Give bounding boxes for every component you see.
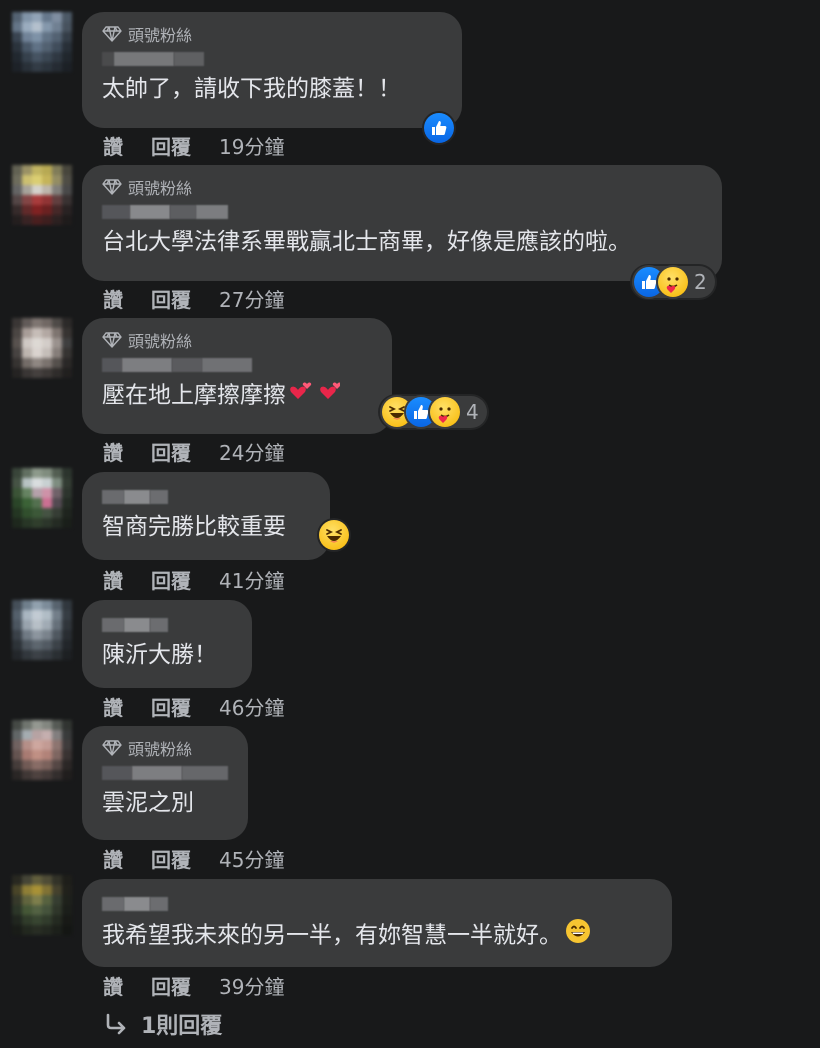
diamond-icon [102, 740, 122, 756]
like-button[interactable]: 讚 [103, 692, 123, 721]
like-button[interactable]: 讚 [103, 844, 123, 873]
commenter-name-redacted[interactable] [102, 616, 232, 634]
comment-text: 陳沂大勝！ [102, 642, 217, 668]
comment-text: 智商完勝比較重要 [102, 514, 286, 540]
commenter-name-redacted[interactable] [102, 764, 228, 782]
comment-bubble: 頭號粉絲 台北大學法律系畢戰贏北士商畢，好像是應該的啦。 [82, 165, 722, 281]
comment-bubble: 頭號粉絲 太帥了，請收下我的膝蓋！！ [82, 12, 462, 128]
top-fan-badge: 頭號粉絲 [102, 736, 228, 760]
comment-timestamp[interactable]: 41分鐘 [219, 565, 284, 594]
commenter-name-redacted[interactable] [102, 50, 442, 68]
reply-arrow-icon [106, 1013, 126, 1035]
comment-text-content: 壓在地上摩擦摩擦 [102, 382, 286, 409]
comment-text: 我希望我未來的另一半，有妳智慧一半就好。 [102, 917, 652, 955]
top-fan-badge-label: 頭號粉絲 [128, 26, 193, 45]
comment-bubble: 頭號粉絲 壓在地上摩擦摩擦 [82, 318, 392, 434]
view-replies-label: 1則回覆 [141, 1014, 223, 1039]
top-fan-badge-label: 頭號粉絲 [128, 740, 193, 759]
reply-button[interactable]: 回覆 [151, 284, 191, 313]
like-button[interactable]: 讚 [103, 565, 123, 594]
comment-timestamp[interactable]: 24分鐘 [219, 437, 284, 466]
reaction-summary[interactable]: 4 [380, 396, 487, 428]
like-button[interactable]: 讚 [103, 284, 123, 313]
comment-text: 雲泥之別 [102, 790, 194, 816]
diamond-icon [102, 26, 122, 42]
avatar[interactable] [12, 720, 72, 780]
comment-timestamp[interactable]: 27分鐘 [219, 284, 284, 313]
like-button[interactable]: 讚 [103, 437, 123, 466]
comment-bubble: 我希望我未來的另一半，有妳智慧一半就好。 [82, 879, 672, 967]
comment-actions: 讚 回覆 19分鐘 [103, 131, 284, 160]
two-hearts-icon [288, 378, 342, 414]
commenter-name-redacted[interactable] [102, 895, 652, 913]
comment-timestamp[interactable]: 19分鐘 [219, 131, 284, 160]
avatar[interactable] [12, 600, 72, 660]
comment-actions: 讚 回覆 45分鐘 [103, 844, 284, 873]
diamond-icon [102, 332, 122, 348]
comment-text: 壓在地上摩擦摩擦 [102, 378, 372, 414]
commenter-name-redacted[interactable] [102, 203, 702, 221]
like-button[interactable]: 讚 [103, 131, 123, 160]
top-fan-badge: 頭號粉絲 [102, 22, 442, 46]
comment-text-content: 我希望我未來的另一半，有妳智慧一半就好。 [102, 922, 562, 949]
like-reaction-icon [424, 113, 454, 143]
comment-actions: 讚 回覆 39分鐘 [103, 971, 284, 1000]
top-fan-badge: 頭號粉絲 [102, 175, 702, 199]
avatar[interactable] [12, 468, 72, 528]
comment-actions: 讚 回覆 24分鐘 [103, 437, 284, 466]
view-replies-link[interactable]: 1則回覆 [103, 1008, 222, 1040]
comment-text: 台北大學法律系畢戰贏北士商畢，好像是應該的啦。 [102, 229, 631, 255]
reaction-count: 2 [694, 270, 707, 294]
haha-reaction-icon [319, 520, 349, 550]
avatar[interactable] [12, 12, 72, 72]
reply-button[interactable]: 回覆 [151, 437, 191, 466]
comment-timestamp[interactable]: 45分鐘 [219, 844, 284, 873]
comment-timestamp[interactable]: 39分鐘 [219, 971, 284, 1000]
reaction-summary[interactable]: 2 [632, 266, 715, 298]
comment-actions: 讚 回覆 46分鐘 [103, 692, 284, 721]
comment-thread: 頭號粉絲 太帥了，請收下我的膝蓋！！ 讚 回覆 19分鐘 頭號粉絲 台北大學法律… [0, 0, 820, 1048]
avatar[interactable] [12, 318, 72, 378]
care-reaction-icon [658, 267, 688, 297]
comment-actions: 讚 回覆 27分鐘 [103, 284, 284, 313]
reply-button[interactable]: 回覆 [151, 971, 191, 1000]
grinning-face-icon [564, 917, 592, 955]
top-fan-badge: 頭號粉絲 [102, 328, 372, 352]
top-fan-badge-label: 頭號粉絲 [128, 179, 193, 198]
care-reaction-icon [430, 397, 460, 427]
avatar[interactable] [12, 875, 72, 935]
comment-bubble: 智商完勝比較重要 [82, 472, 330, 560]
reaction-count: 4 [466, 400, 479, 424]
like-button[interactable]: 讚 [103, 971, 123, 1000]
avatar[interactable] [12, 165, 72, 225]
comment-bubble: 陳沂大勝！ [82, 600, 252, 688]
reaction-summary[interactable] [422, 112, 456, 144]
comment-actions: 讚 回覆 41分鐘 [103, 565, 284, 594]
comment-text: 太帥了，請收下我的膝蓋！！ [102, 76, 401, 102]
reaction-summary[interactable] [318, 519, 350, 551]
diamond-icon [102, 179, 122, 195]
comment-timestamp[interactable]: 46分鐘 [219, 692, 284, 721]
comment-bubble: 頭號粉絲 雲泥之別 [82, 726, 248, 840]
top-fan-badge-label: 頭號粉絲 [128, 332, 193, 351]
reply-button[interactable]: 回覆 [151, 692, 191, 721]
commenter-name-redacted[interactable] [102, 488, 310, 506]
reply-button[interactable]: 回覆 [151, 131, 191, 160]
reply-button[interactable]: 回覆 [151, 565, 191, 594]
reply-button[interactable]: 回覆 [151, 844, 191, 873]
commenter-name-redacted[interactable] [102, 356, 372, 374]
